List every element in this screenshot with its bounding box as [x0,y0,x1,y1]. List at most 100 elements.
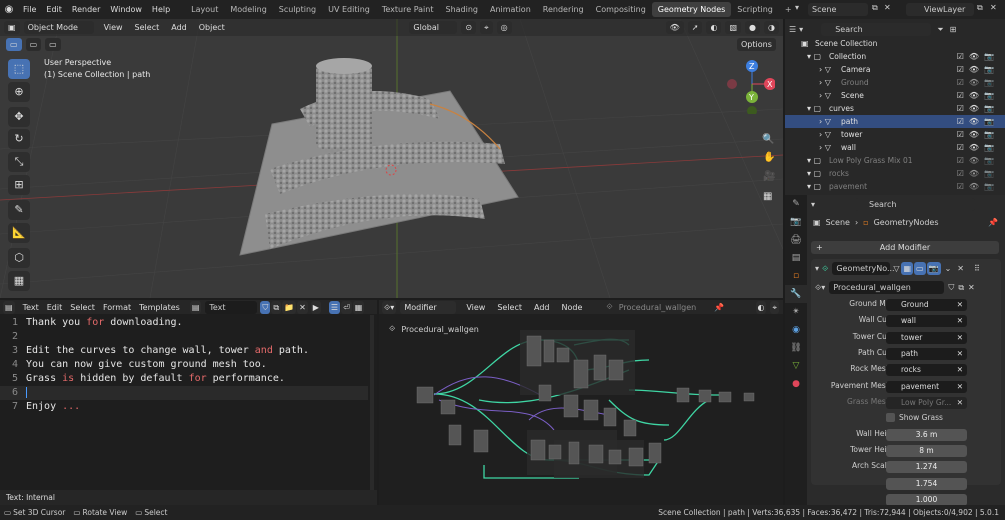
render-tab-icon[interactable]: 📷 [785,213,807,231]
outliner-item[interactable]: › ▽ path ☑👁📷 [785,115,1005,128]
on-cage-icon[interactable]: ▦ [901,262,914,275]
physics-tab-icon[interactable]: ◉ [785,321,807,339]
text-line[interactable]: 7 Enjoy ... [0,400,368,414]
text-line[interactable]: 5 Grass is hidden by default for performa… [0,372,368,386]
tab-uv-editing[interactable]: UV Editing [322,2,376,17]
number-field[interactable]: 1.000 [886,493,967,506]
menu-view[interactable]: View [466,303,485,312]
syntax-highlight-icon[interactable]: ▦ [352,300,365,314]
outliner-root[interactable]: ▣ Scene Collection [785,37,1005,50]
tool-annotate-icon[interactable]: ✎ [8,200,30,220]
menu-node[interactable]: Node [562,303,583,312]
unlink-icon[interactable]: ✕ [968,283,975,292]
tool-add-cube-icon[interactable]: ⬡ [8,248,30,268]
tool-add-object-icon[interactable]: ▦ [8,271,30,291]
menu-edit[interactable]: Edit [41,5,67,14]
select-extend-icon[interactable]: ▭ [25,38,42,51]
tool-transform-icon[interactable]: ⊞ [8,175,30,195]
remove-modifier-icon[interactable]: ✕ [957,264,964,273]
text-line[interactable]: 1 Thank you for downloading. [0,316,368,330]
tab-sculpting[interactable]: Sculpting [273,2,322,17]
outliner-item[interactable]: ▾ ▢ rocks ☑👁📷 [785,167,1005,180]
number-field[interactable]: 3.6 m [886,429,967,441]
outliner-item[interactable]: › ▽ wall ☑👁📷 [785,141,1005,154]
object-field[interactable]: Ground ✕ [886,299,967,311]
outliner-item[interactable]: › ▽ tower ☑👁📷 [785,128,1005,141]
outliner-item[interactable]: ▾ ▢ curves ☑👁📷 [785,102,1005,115]
tab-compositing[interactable]: Compositing [590,2,652,17]
outliner-item[interactable]: › ▽ Camera ☑👁📷 [785,63,1005,76]
properties-type-icon[interactable]: ▾ [811,200,815,209]
tool-scale-icon[interactable]: ⤡ [8,152,30,172]
clear-field-icon[interactable]: ✕ [957,364,963,376]
menu-select[interactable]: Select [70,303,95,312]
modifier-name-field[interactable]: GeometryNo... [832,262,895,275]
open-text-icon[interactable]: 📁 [282,300,297,314]
text-editor[interactable]: ▤ Text Edit Select Format Templates ▤ Te… [0,300,377,505]
3d-viewport[interactable]: ▣ Object Mode View Select Add Object Glo… [0,19,783,298]
tab-texture-paint[interactable]: Texture Paint [376,2,440,17]
menu-edit[interactable]: Edit [47,303,63,312]
menu-file[interactable]: File [18,5,41,14]
add-modifier-button[interactable]: + Add Modifier [811,241,999,254]
ortho-toggle-icon[interactable]: ▦ [763,191,772,202]
visibility-toggles-icon[interactable]: ☑👁📷 [957,141,999,154]
object-field[interactable]: wall ✕ [886,315,967,328]
visibility-toggles-icon[interactable]: ☑👁📷 [957,115,999,128]
text-name-field[interactable]: Text [205,300,258,314]
outliner-item[interactable]: › ▽ Ground ☑👁📷 [785,76,1005,89]
tab-rendering[interactable]: Rendering [537,2,590,17]
menu-select[interactable]: Select [497,303,522,312]
pin-icon[interactable]: 📌 [988,218,998,227]
visibility-toggles-icon[interactable]: ☑👁📷 [957,154,999,167]
output-tab-icon[interactable]: 🖨 [785,231,807,249]
node-tree-icon[interactable]: ⟐▾ [815,283,825,293]
text-line[interactable]: 4 You can now give custom ground mesh too… [0,358,368,372]
scene-selector[interactable]: Scene [808,3,868,16]
visibility-toggles-icon[interactable]: ☑👁📷 [957,63,999,76]
overlay-icon[interactable]: ◐ [755,300,767,314]
number-field[interactable]: 8 m [886,445,967,458]
visibility-toggles-icon[interactable]: ☑👁📷 [957,128,999,141]
editor-type-icon[interactable]: ⟐▾ [382,300,397,314]
select-subtract-icon[interactable]: ▭ [45,38,61,51]
show-grass-checkbox[interactable] [886,413,895,422]
navigation-gizmo[interactable]: Z X Y [725,59,775,114]
duplicate-icon[interactable]: ⧉ [958,283,964,293]
edit-mode-icon[interactable]: ▽ [893,264,899,273]
fake-user-icon[interactable]: ⛉ [260,300,271,314]
clear-field-icon[interactable]: ✕ [957,299,963,311]
particles-tab-icon[interactable]: ✴ [785,303,807,321]
visibility-toggles-icon[interactable]: ☑👁📷 [957,167,999,180]
visibility-toggles-icon[interactable]: ☑👁📷 [957,180,999,193]
node-group-field[interactable]: Procedural_wallgen [829,281,945,294]
menu-select[interactable]: Select [135,23,160,32]
number-field[interactable]: 1.274 [886,461,967,474]
word-wrap-icon[interactable]: ⏎ [341,300,352,314]
tab-scripting[interactable]: Scripting [731,2,779,17]
menu-object[interactable]: Object [199,23,225,32]
view-layer-copy-icon[interactable]: ⧉ [977,3,983,13]
tool-move-icon[interactable]: ✥ [8,107,30,127]
tab-geometry-nodes[interactable]: Geometry Nodes [651,2,732,17]
visibility-icon[interactable]: 👁 [665,21,684,34]
visibility-toggles-icon[interactable]: ☑👁📷 [957,102,999,115]
shading-material-icon[interactable]: ◑ [764,21,779,34]
clear-field-icon[interactable]: ✕ [957,397,963,409]
tool-tab-icon[interactable]: ✎ [785,195,807,213]
text-line[interactable]: 6 [0,386,368,400]
viewport-display-icon[interactable]: ▭ [914,262,926,275]
new-text-icon[interactable]: ⧉ [271,300,282,314]
scene-close-icon[interactable]: ✕ [884,3,891,12]
modifier-tab-icon[interactable]: 🔧 [785,285,807,303]
node-group-name[interactable]: Procedural_wallgen [619,303,697,312]
menu-add[interactable]: Add [171,23,187,32]
tool-select-icon[interactable]: ⬚ [8,59,30,79]
collapse-icon[interactable]: ▾ [815,264,819,273]
menu-view[interactable]: View [104,23,123,32]
text-line[interactable]: 3 Edit the curves to change wall, tower a… [0,344,368,358]
select-box-icon[interactable]: ▭ [6,38,22,51]
menu-templates[interactable]: Templates [139,303,180,312]
menu-help[interactable]: Help [147,5,175,14]
text-datablock-icon[interactable]: ▤ [189,300,202,314]
